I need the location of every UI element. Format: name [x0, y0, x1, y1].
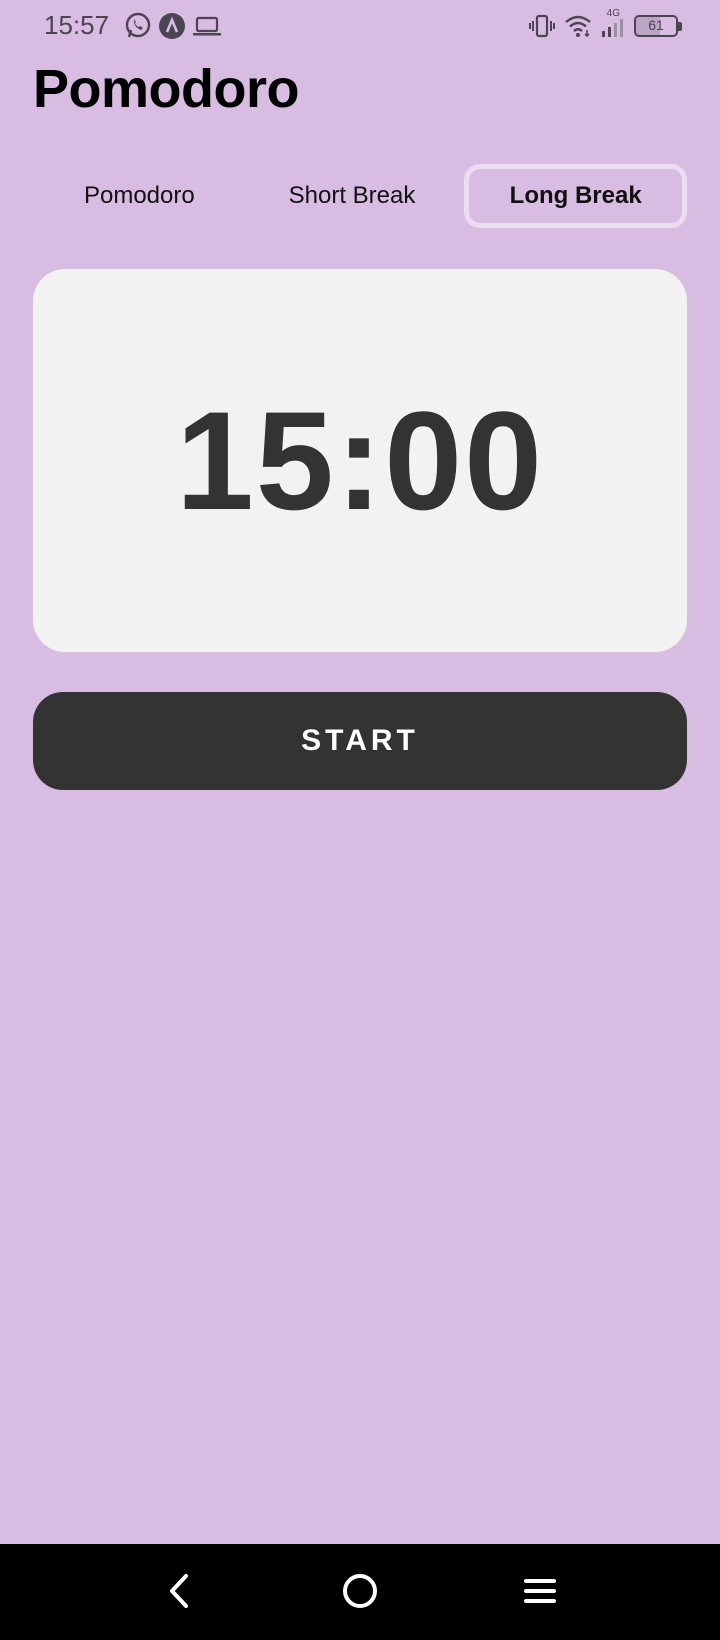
menu-icon	[520, 1571, 560, 1616]
home-icon	[340, 1571, 380, 1616]
laptop-icon	[192, 12, 222, 40]
timer-card: 15:00	[33, 269, 687, 652]
whatsapp-icon	[124, 12, 152, 40]
menu-button[interactable]	[517, 1570, 563, 1616]
back-button[interactable]	[156, 1570, 202, 1616]
navigation-bar	[0, 1544, 720, 1640]
network-type-label: 4G	[606, 8, 620, 19]
app-notification-icon	[158, 12, 186, 40]
vibrate-icon	[528, 13, 556, 39]
battery-level: 61	[648, 17, 664, 33]
tab-long-break[interactable]: Long Break	[464, 164, 688, 228]
notification-icons	[124, 12, 222, 40]
tab-short-break[interactable]: Short Break	[246, 164, 459, 228]
status-bar: 15:57 4G 61	[0, 0, 720, 54]
cell-signal-icon: 4G	[600, 8, 626, 40]
tab-pomodoro[interactable]: Pomodoro	[33, 164, 246, 228]
battery-icon: 61	[634, 13, 682, 39]
system-icons: 4G 61	[528, 8, 682, 40]
home-button[interactable]	[337, 1570, 383, 1616]
timer-display: 15:00	[175, 381, 545, 539]
wifi-icon	[564, 13, 592, 39]
mode-tabs: Pomodoro Short Break Long Break	[33, 164, 688, 228]
status-time: 15:57	[44, 10, 110, 40]
page-title: Pomodoro	[33, 59, 299, 119]
start-button[interactable]: START	[33, 692, 687, 790]
back-icon	[164, 1571, 194, 1616]
